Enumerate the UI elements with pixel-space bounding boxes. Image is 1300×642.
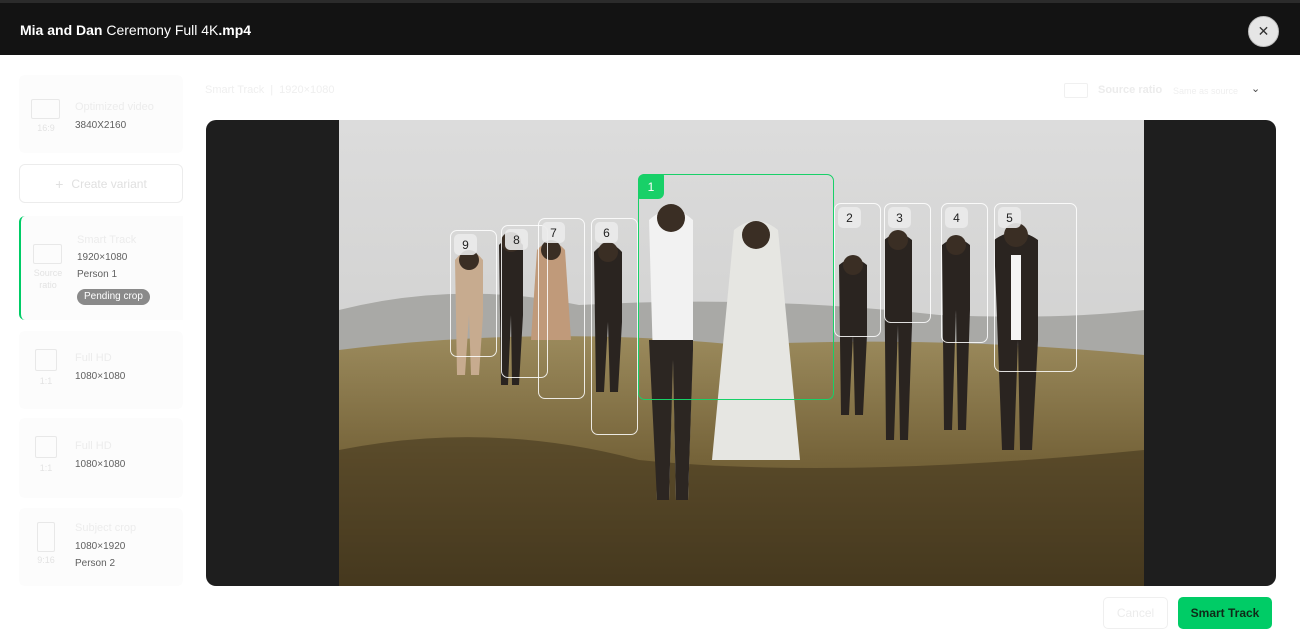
video-title-couple: Mia and Dan — [20, 22, 103, 38]
variant-ratio: 16:9 — [37, 123, 55, 133]
variant-thumbnail — [31, 99, 60, 119]
plus-icon: + — [55, 175, 64, 192]
variant-name: Optimized video — [75, 101, 154, 113]
track-box-person[interactable]: 2 — [834, 203, 881, 337]
video-player[interactable]: 9 8 7 6 1 2 3 4 5 — [206, 120, 1276, 586]
video-title: Mia and Dan Ceremony Full 4K.mp4 — [20, 22, 251, 38]
variant-thumbnail — [35, 349, 57, 371]
track-box-person[interactable]: 4 — [941, 203, 988, 343]
variant-card-full-hd[interactable]: 1:1 Full HD 1080×1080 — [19, 331, 183, 409]
variant-card-optimized[interactable]: 16:9 Optimized video 3840X2160 — [19, 75, 183, 153]
smart-track-button[interactable]: Smart Track — [1178, 597, 1272, 629]
create-variant-label: Create variant — [71, 176, 147, 191]
variant-name: Smart Track — [77, 234, 137, 246]
variant-name: Subject crop — [75, 522, 137, 534]
close-icon: ✕ — [1257, 23, 1270, 39]
track-box-person[interactable]: 9 — [450, 230, 497, 357]
track-number: 9 — [454, 234, 477, 255]
video-title-name: Ceremony Full 4K — [102, 22, 219, 38]
track-number: 6 — [595, 222, 618, 243]
track-box-person[interactable]: 7 — [538, 218, 585, 399]
variant-name: Full HD — [75, 352, 112, 364]
track-number: 2 — [838, 207, 861, 228]
variant-person: Person 1 — [77, 269, 118, 280]
variant-card-subject-crop[interactable]: 9:16 Subject crop 1080×1920 Person 2 — [19, 508, 183, 586]
mode-label: Smart Track | 1920×1080 — [205, 84, 335, 96]
variant-resolution: 1080×1080 — [75, 459, 126, 470]
track-box-person[interactable]: 6 — [591, 218, 638, 435]
modal-header: Mia and Dan Ceremony Full 4K.mp4 ✕ — [0, 0, 1300, 55]
variant-card-smart-track[interactable]: Source ratio Smart Track 1920×1080 Perso… — [19, 216, 183, 320]
close-button[interactable]: ✕ — [1248, 16, 1279, 47]
video-frame: 9 8 7 6 1 2 3 4 5 — [339, 120, 1144, 586]
ratio-select-value[interactable]: Same as source — [1173, 86, 1238, 96]
variant-card-full-hd-2[interactable]: 1:1 Full HD 1080×1080 — [19, 418, 183, 498]
track-number: 7 — [542, 222, 565, 243]
video-title-extension: .mp4 — [218, 22, 252, 38]
chevron-down-icon[interactable]: ⌄ — [1251, 82, 1260, 95]
mode-resolution: 1920×1080 — [279, 84, 335, 96]
variant-name: Full HD — [75, 440, 112, 452]
mode-name: Smart Track — [205, 84, 265, 96]
variant-person: Person 2 — [75, 558, 116, 569]
track-box-person[interactable]: 3 — [884, 203, 931, 323]
variant-thumbnail — [37, 522, 55, 552]
track-box-person[interactable]: 5 — [994, 203, 1077, 372]
track-number: 1 — [638, 174, 664, 199]
variant-ratio: 1:1 — [39, 463, 53, 473]
variant-resolution: 3840X2160 — [75, 120, 127, 131]
variant-ratio: Source ratio — [33, 268, 63, 290]
variant-ratio: 9:16 — [37, 555, 55, 565]
ratio-preview-icon — [1064, 83, 1088, 98]
track-number: 5 — [998, 207, 1021, 228]
track-number: 3 — [888, 207, 911, 228]
variant-thumbnail — [33, 244, 62, 264]
variant-resolution: 1080×1080 — [75, 371, 126, 382]
track-number: 8 — [505, 229, 528, 250]
variant-resolution: 1920×1080 — [77, 252, 128, 263]
variant-resolution: 1080×1920 — [75, 541, 126, 552]
variant-thumbnail — [35, 436, 57, 458]
create-variant-button[interactable]: + Create variant — [19, 164, 183, 203]
cancel-button[interactable]: Cancel — [1103, 597, 1168, 629]
pending-crop-badge: Pending crop — [77, 289, 150, 305]
separator: | — [270, 84, 274, 96]
track-number: 4 — [945, 207, 968, 228]
track-box-selected-person[interactable]: 1 — [638, 174, 834, 400]
ratio-label: Source ratio — [1098, 84, 1163, 96]
variant-ratio: 1:1 — [39, 376, 53, 386]
